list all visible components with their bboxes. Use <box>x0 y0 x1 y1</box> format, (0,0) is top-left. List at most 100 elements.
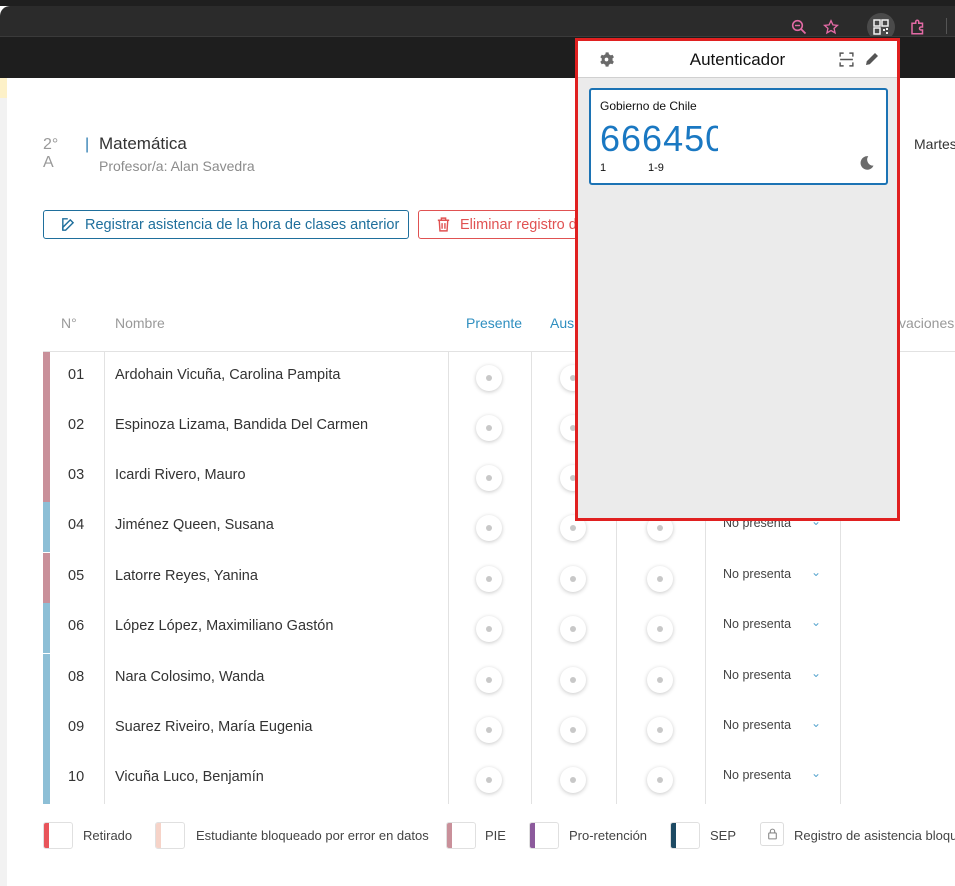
student-status-bar <box>43 352 50 402</box>
popup-header: Autenticador <box>578 41 897 78</box>
present-radio[interactable] <box>476 767 502 793</box>
student-name: López López, Maximiliano Gastón <box>115 618 334 634</box>
student-number: 05 <box>68 568 85 584</box>
radio-dot <box>486 777 492 783</box>
legend-label: Estudiante bloqueado por error en datos <box>196 828 429 843</box>
account-card[interactable]: Gobierno de Chile 666450 1 1-9 <box>589 88 888 185</box>
lock-icon <box>760 822 784 846</box>
radio-dot <box>570 626 576 632</box>
student-name: Nara Colosimo, Wanda <box>115 669 265 685</box>
present-radio[interactable] <box>476 365 502 391</box>
absent-radio[interactable] <box>560 566 586 592</box>
absent-radio[interactable] <box>560 667 586 693</box>
legend-label: SEP <box>710 828 737 843</box>
left-scroll-strip <box>0 78 7 886</box>
radio-dot <box>657 626 663 632</box>
student-number: 06 <box>68 618 85 634</box>
radio-dot <box>486 576 492 582</box>
legend-swatch <box>155 822 185 849</box>
register-previous-attendance-button[interactable]: Registrar asistencia de la hora de clase… <box>43 210 409 239</box>
authenticator-popup: Autenticador Gobierno de Chile 666450 1 … <box>575 38 900 521</box>
chevron-down-icon[interactable]: ⌄ <box>811 716 821 730</box>
table-row: 06 López López, Maximiliano Gastón No pres… <box>43 603 843 653</box>
edit-pencil-icon[interactable] <box>863 50 881 73</box>
legend-swatch <box>446 822 476 849</box>
student-name: Jiménez Queen, Susana <box>115 517 274 533</box>
student-status-bar <box>43 603 50 653</box>
justification-select[interactable]: No presenta <box>723 617 791 631</box>
justification-select[interactable]: No presenta <box>723 768 791 782</box>
present-radio[interactable] <box>476 717 502 743</box>
table-row: 08 Nara Colosimo, Wanda No presenta ⌄ <box>43 654 843 704</box>
header-absent[interactable]: Aus <box>550 315 574 331</box>
account-issuer: Gobierno de Chile <box>600 99 697 113</box>
student-number: 04 <box>68 517 85 533</box>
present-radio[interactable] <box>476 667 502 693</box>
account-field-b: 1-9 <box>648 162 664 174</box>
absent-radio[interactable] <box>560 767 586 793</box>
register-previous-attendance-label: Registrar asistencia de la hora de clase… <box>85 216 400 233</box>
course-teacher: Profesor/a: Alan Savedra <box>99 158 255 174</box>
legend-label: Pro-retención <box>569 828 648 843</box>
student-number: 03 <box>68 467 85 483</box>
radio-dot <box>486 425 492 431</box>
late-radio[interactable] <box>647 616 673 642</box>
delete-record-button[interactable]: Eliminar registro d <box>418 210 588 239</box>
justification-select[interactable]: No presenta <box>723 668 791 682</box>
radio-dot <box>570 777 576 783</box>
radio-dot <box>657 525 663 531</box>
toolbar-separator <box>946 18 947 34</box>
late-radio[interactable] <box>647 566 673 592</box>
student-status-bar <box>43 754 50 804</box>
header-present[interactable]: Presente <box>466 315 522 331</box>
absent-radio[interactable] <box>560 717 586 743</box>
scan-qr-icon[interactable] <box>838 51 855 73</box>
student-name: Icardi Rivero, Mauro <box>115 467 246 483</box>
radio-dot <box>486 475 492 481</box>
table-row: 05 Latorre Reyes, Yanina No presenta ⌄ <box>43 553 843 603</box>
radio-dot <box>570 576 576 582</box>
chevron-down-icon[interactable]: ⌄ <box>811 766 821 780</box>
student-number: 02 <box>68 417 85 433</box>
legend-swatch <box>529 822 559 849</box>
radio-dot <box>657 677 663 683</box>
chevron-down-icon[interactable]: ⌄ <box>811 565 821 579</box>
legend-label: Registro de asistencia bloque <box>794 828 955 843</box>
absent-radio[interactable] <box>560 616 586 642</box>
radio-dot <box>486 525 492 531</box>
student-status-bar <box>43 654 50 704</box>
radio-dot <box>570 727 576 733</box>
present-radio[interactable] <box>476 415 502 441</box>
present-radio[interactable] <box>476 566 502 592</box>
countdown-timer-icon <box>857 154 875 177</box>
late-radio[interactable] <box>647 717 673 743</box>
table-row: 10 Vicuña Luco, Benjamín No presenta ⌄ <box>43 754 843 804</box>
late-radio[interactable] <box>647 667 673 693</box>
extensions-puzzle-icon[interactable] <box>907 16 929 38</box>
student-number: 10 <box>68 769 85 785</box>
radio-dot <box>486 727 492 733</box>
student-status-bar <box>43 502 50 552</box>
student-status-bar <box>43 452 50 502</box>
bookmark-star-icon[interactable] <box>820 16 842 38</box>
late-radio[interactable] <box>647 767 673 793</box>
legend-swatch <box>670 822 700 849</box>
present-radio[interactable] <box>476 616 502 642</box>
otp-code[interactable]: 666450 <box>600 118 718 160</box>
student-name: Ardohain Vicuña, Carolina Pampita <box>115 367 341 383</box>
left-strip-highlight <box>0 78 7 98</box>
course-level: 2° A <box>43 136 59 171</box>
table-row: 09 Suarez Riveiro, María Eugenia No presen… <box>43 704 843 754</box>
trash-icon <box>437 217 450 232</box>
present-radio[interactable] <box>476 515 502 541</box>
student-number: 08 <box>68 669 85 685</box>
radio-dot <box>486 626 492 632</box>
present-radio[interactable] <box>476 465 502 491</box>
justification-select[interactable]: No presenta <box>723 718 791 732</box>
day-label: Martes <box>914 136 955 152</box>
header-observations: vaciones <box>899 315 955 331</box>
justification-select[interactable]: No presenta <box>723 567 791 581</box>
chevron-down-icon[interactable]: ⌄ <box>811 615 821 629</box>
chevron-down-icon[interactable]: ⌄ <box>811 666 821 680</box>
zoom-icon[interactable] <box>788 16 810 38</box>
